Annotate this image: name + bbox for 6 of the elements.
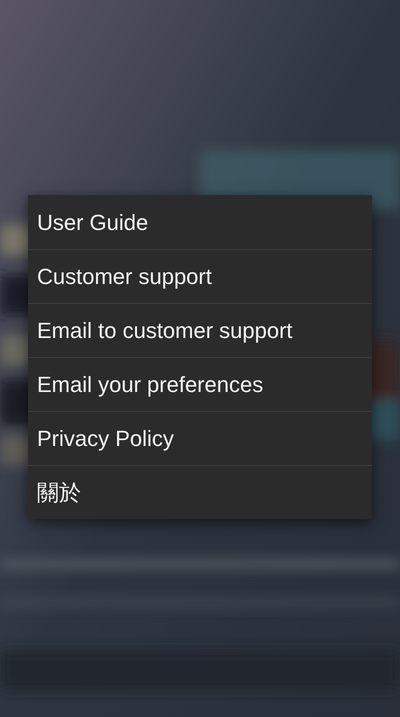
menu-item[interactable]: Privacy Policy <box>28 411 372 465</box>
menu-item[interactable]: User Guide <box>28 195 372 249</box>
menu-item[interactable]: Email to customer support <box>28 303 372 357</box>
menu-item[interactable]: 關於 <box>28 465 372 519</box>
menu-item[interactable]: Email your preferences <box>28 357 372 411</box>
menu-item[interactable]: Customer support <box>28 249 372 303</box>
